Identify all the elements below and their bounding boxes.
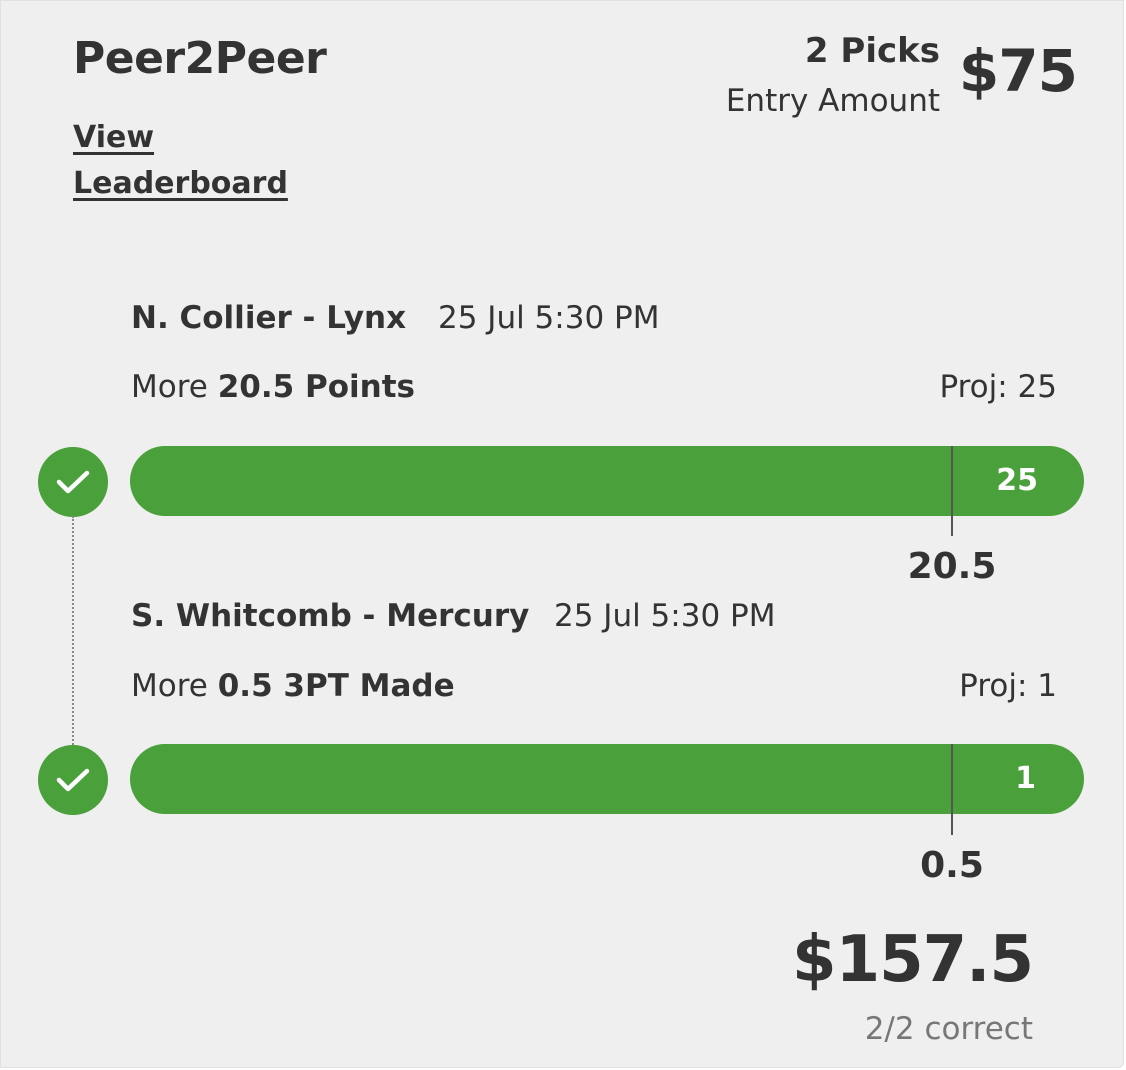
pick-line: More 0.5 3PT Made	[131, 668, 455, 704]
entry-amount-label: Entry Amount	[725, 83, 940, 119]
pick-projection: Proj: 25	[939, 369, 1057, 405]
pick-line-value: 20.5 Points	[217, 369, 415, 405]
correct-count: 2/2 correct	[864, 1011, 1033, 1047]
line-marker-label: 0.5	[920, 845, 984, 886]
view-leaderboard-link[interactable]: View Leaderboard	[73, 115, 303, 207]
payout-amount: $157.5	[792, 923, 1034, 997]
line-marker-label: 20.5	[907, 546, 997, 587]
pick-projection: Proj: 1	[959, 668, 1057, 704]
line-marker	[951, 744, 953, 835]
check-icon	[38, 447, 108, 517]
pick-line-value: 0.5 3PT Made	[217, 668, 455, 704]
pick-line: More 20.5 Points	[131, 369, 415, 405]
pick-direction: More	[131, 668, 208, 704]
contest-card: Peer2Peer View Leaderboard 2 Picks Entry…	[0, 0, 1124, 1068]
pick-player: N. Collier - Lynx	[131, 300, 407, 336]
check-icon	[38, 745, 108, 815]
pick-direction: More	[131, 369, 208, 405]
pick-progress-bar: 1	[130, 744, 1084, 814]
pick-time: 25 Jul 5:30 PM	[438, 300, 660, 336]
pick-actual-value: 1	[1015, 761, 1036, 796]
pick-connector	[72, 516, 74, 748]
entry-amount-value: $75	[958, 37, 1078, 105]
contest-title: Peer2Peer	[73, 33, 327, 84]
pick-progress-bar: 25	[130, 446, 1084, 516]
line-marker	[951, 446, 953, 536]
pick-actual-value: 25	[996, 463, 1038, 498]
pick-time: 25 Jul 5:30 PM	[554, 598, 776, 634]
pick-player: S. Whitcomb - Mercury	[131, 598, 530, 634]
picks-count: 2 Picks	[804, 31, 940, 71]
